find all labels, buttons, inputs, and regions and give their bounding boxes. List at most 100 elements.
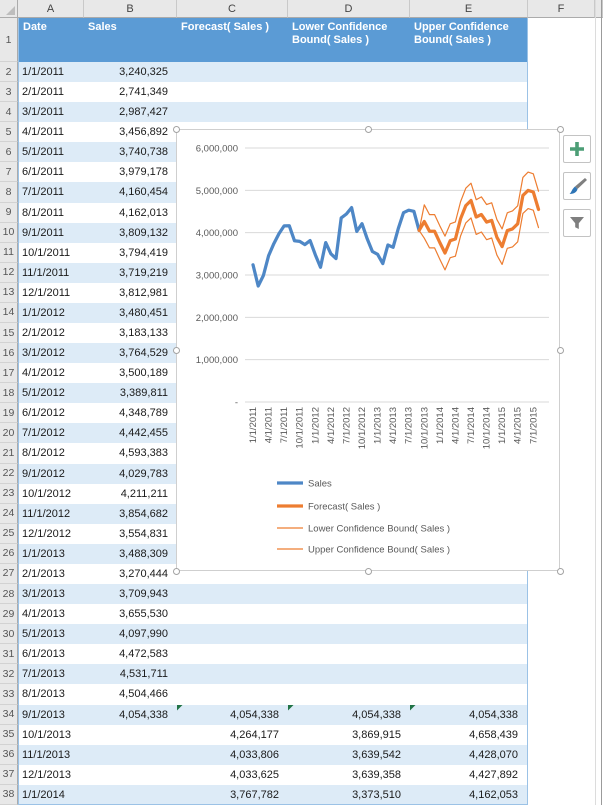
table-header-lower-bound[interactable]: Lower Confidence Bound( Sales ) [288,18,410,62]
cell-B15[interactable]: 3,183,133 [84,323,177,344]
chart-filters-button[interactable] [563,209,591,237]
cell-B37[interactable] [84,764,177,785]
cell-B6[interactable]: 3,740,738 [84,142,177,163]
cell-B35[interactable] [84,724,177,745]
row-header-5[interactable]: 5 [0,122,18,143]
cell-D37[interactable]: 3,639,358 [288,764,410,785]
cell-A17[interactable]: 4/1/2012 [18,363,84,384]
selection-handle[interactable] [556,125,564,133]
cell-C4[interactable] [177,102,288,123]
row-header-38[interactable]: 38 [0,784,18,805]
row-header-13[interactable]: 13 [0,282,18,303]
cell-A29[interactable]: 4/1/2013 [18,604,84,625]
row-header-23[interactable]: 23 [0,483,18,504]
cell-A14[interactable]: 1/1/2012 [18,302,84,324]
cell-B14[interactable]: 3,480,451 [84,302,177,324]
cell-D34[interactable]: 4,054,338 [288,704,410,725]
row-header-22[interactable]: 22 [0,463,18,484]
cell-B29[interactable]: 3,655,530 [84,604,177,625]
cell-B31[interactable]: 4,472,583 [84,644,177,665]
legend-label[interactable]: Forecast( Sales ) [308,502,380,513]
table-header-sales[interactable]: Sales [84,18,177,62]
selection-handle[interactable] [172,125,180,133]
selection-handle[interactable] [172,346,180,354]
row-header-30[interactable]: 30 [0,624,18,645]
legend-label[interactable]: Sales [308,479,332,490]
cell-B30[interactable]: 4,097,990 [84,624,177,645]
cell-A19[interactable]: 6/1/2012 [18,403,84,424]
cell-A25[interactable]: 12/1/2012 [18,523,84,544]
cell-A31[interactable]: 6/1/2013 [18,644,84,665]
cell-F35[interactable] [528,724,595,745]
cell-A37[interactable]: 12/1/2013 [18,764,84,785]
row-header-2[interactable]: 2 [0,62,18,83]
row-header-19[interactable]: 19 [0,403,18,424]
cell-A15[interactable]: 2/1/2012 [18,323,84,344]
row-header-6[interactable]: 6 [0,142,18,163]
cell-D28[interactable] [288,584,410,605]
row-header-20[interactable]: 20 [0,423,18,444]
selection-handle[interactable] [364,567,372,575]
legend-label[interactable]: Lower Confidence Bound( Sales ) [308,524,450,535]
cell-D35[interactable]: 3,869,915 [288,724,410,745]
cell-B25[interactable]: 3,554,831 [84,523,177,544]
cell-A23[interactable]: 10/1/2012 [18,483,84,504]
cell-B20[interactable]: 4,442,455 [84,423,177,444]
cell-D31[interactable] [288,644,410,665]
row-header-15[interactable]: 15 [0,323,18,344]
row-header-28[interactable]: 28 [0,584,18,605]
cell-B10[interactable]: 3,809,132 [84,222,177,243]
cell-E3[interactable] [410,82,528,103]
row-header-37[interactable]: 37 [0,764,18,785]
cell-B4[interactable]: 2,987,427 [84,102,177,123]
legend-label[interactable]: Upper Confidence Bound( Sales ) [308,545,450,556]
cell-F28[interactable] [528,584,595,605]
row-header-12[interactable]: 12 [0,262,18,283]
row-header-27[interactable]: 27 [0,563,18,585]
cell-A6[interactable]: 5/1/2011 [18,142,84,163]
cell-F31[interactable] [528,644,595,665]
cell-E38[interactable]: 4,162,053 [410,784,528,805]
column-header-B[interactable]: B [84,0,177,18]
cell-C38[interactable]: 3,767,782 [177,784,288,805]
cell-A36[interactable]: 11/1/2013 [18,744,84,765]
cell-B5[interactable]: 3,456,892 [84,122,177,143]
cell-D33[interactable] [288,684,410,705]
cell-C33[interactable] [177,684,288,705]
cell-D3[interactable] [288,82,410,103]
selection-handle[interactable] [364,125,372,133]
cell-C36[interactable]: 4,033,806 [177,744,288,765]
row-header-25[interactable]: 25 [0,523,18,544]
row-header-8[interactable]: 8 [0,182,18,203]
cell-E32[interactable] [410,664,528,685]
cell-D32[interactable] [288,664,410,685]
cell-B9[interactable]: 4,162,013 [84,202,177,223]
row-header-10[interactable]: 10 [0,222,18,243]
cell-C30[interactable] [177,624,288,645]
series-line-sales[interactable] [251,205,421,288]
cell-A22[interactable]: 9/1/2012 [18,463,84,484]
row-header-24[interactable]: 24 [0,503,18,524]
cell-D29[interactable] [288,604,410,625]
cell-E37[interactable]: 4,427,892 [410,764,528,785]
cell-B32[interactable]: 4,531,711 [84,664,177,685]
cell-B3[interactable]: 2,741,349 [84,82,177,103]
cell-E29[interactable] [410,604,528,625]
row-header-14[interactable]: 14 [0,302,18,324]
cell-F38[interactable] [528,784,595,805]
cell-A34[interactable]: 9/1/2013 [18,704,84,725]
row-header-26[interactable]: 26 [0,543,18,564]
cell-E35[interactable]: 4,658,439 [410,724,528,745]
row-header-1[interactable]: 1 [0,18,18,62]
cell-C31[interactable] [177,644,288,665]
selection-handle[interactable] [556,567,564,575]
cell-B36[interactable] [84,744,177,765]
cell-E33[interactable] [410,684,528,705]
cell-E34[interactable]: 4,054,338 [410,704,528,725]
cell-E36[interactable]: 4,428,070 [410,744,528,765]
cell-F36[interactable] [528,744,595,765]
cell-C3[interactable] [177,82,288,103]
cell-A16[interactable]: 3/1/2012 [18,343,84,364]
row-header-31[interactable]: 31 [0,644,18,665]
cell-D30[interactable] [288,624,410,645]
